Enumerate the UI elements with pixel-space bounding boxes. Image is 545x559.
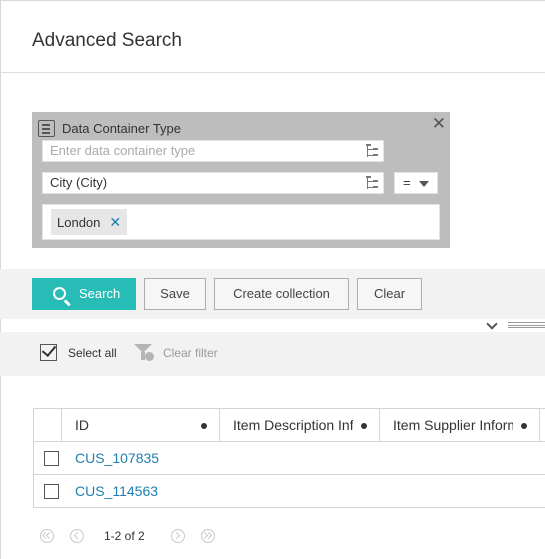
checkbox-icon — [40, 344, 57, 361]
row-id-link[interactable]: CUS_107835 — [75, 442, 159, 475]
column-menu-icon[interactable] — [201, 423, 207, 429]
operator-select[interactable]: = — [394, 172, 438, 194]
select-all-button[interactable]: Select all — [40, 344, 117, 361]
column-menu-icon[interactable] — [361, 423, 367, 429]
pagination: 1-2 of 2 — [40, 527, 231, 545]
column-header-label: Item Supplier Information — [393, 417, 513, 433]
column-header-label: Item Description Information — [233, 417, 353, 433]
container-type-placeholder: Enter data container type — [50, 143, 196, 158]
search-button-label: Search — [79, 286, 121, 301]
last-page-icon[interactable] — [200, 529, 215, 543]
save-button[interactable]: Save — [144, 278, 206, 310]
column-header-item-supplier[interactable]: Item Supplier Information — [380, 409, 540, 442]
results-actions: Select all Clear filter — [0, 332, 545, 376]
chip-label: London — [57, 214, 101, 230]
hierarchy-icon[interactable] — [365, 144, 379, 158]
first-page-icon[interactable] — [40, 529, 54, 543]
row-checkbox[interactable] — [44, 484, 59, 499]
row-id-link[interactable]: CUS_114563 — [75, 475, 158, 508]
search-button[interactable]: Search — [32, 278, 136, 310]
next-page-icon[interactable] — [170, 529, 185, 543]
criteria-panel: Data Container Type ✕ Enter data contain… — [32, 112, 450, 248]
select-all-label: Select all — [68, 345, 117, 360]
column-header-item-description[interactable]: Item Description Information — [220, 409, 380, 442]
attribute-input[interactable]: City (City) — [42, 172, 384, 194]
create-collection-button[interactable]: Create collection — [214, 278, 349, 310]
filter-icon — [134, 344, 154, 362]
clear-filter-label: Clear filter — [163, 346, 218, 360]
results-table: ID Item Description Information Item Sup… — [33, 408, 545, 508]
clear-filter-button[interactable]: Clear filter — [134, 344, 218, 362]
page-info: 1-2 of 2 — [104, 529, 145, 543]
operator-value: = — [403, 175, 411, 190]
list-icon — [38, 120, 55, 137]
column-header-label: ID — [75, 417, 89, 433]
table-header: ID Item Description Information Item Sup… — [34, 409, 545, 442]
search-toolbar: Search Save Create collection Clear — [0, 269, 545, 319]
container-type-input[interactable]: Enter data container type — [42, 140, 384, 162]
chevron-down-icon — [419, 181, 429, 187]
row-checkbox[interactable] — [44, 451, 59, 466]
header-checkbox-cell — [34, 409, 62, 442]
hierarchy-icon[interactable] — [365, 176, 379, 190]
values-input[interactable]: London ✕ — [42, 204, 440, 240]
criteria-header: Data Container Type — [38, 120, 181, 137]
page-title: Advanced Search — [32, 30, 182, 51]
table-row: CUS_114563 — [34, 475, 545, 508]
close-icon[interactable]: ✕ — [432, 114, 446, 134]
value-chip: London ✕ — [51, 209, 128, 235]
criteria-title: Data Container Type — [62, 121, 181, 136]
previous-page-icon[interactable] — [70, 529, 84, 543]
attribute-value: City (City) — [50, 175, 108, 190]
column-menu-icon[interactable] — [521, 423, 527, 429]
remove-chip-icon[interactable]: ✕ — [109, 214, 121, 231]
search-icon — [53, 287, 66, 300]
table-row: CUS_107835 — [34, 442, 545, 475]
drag-handle-icon[interactable] — [508, 322, 545, 328]
column-header-id[interactable]: ID — [62, 409, 220, 442]
page-header: Advanced Search — [0, 0, 545, 73]
clear-button[interactable]: Clear — [357, 278, 422, 310]
